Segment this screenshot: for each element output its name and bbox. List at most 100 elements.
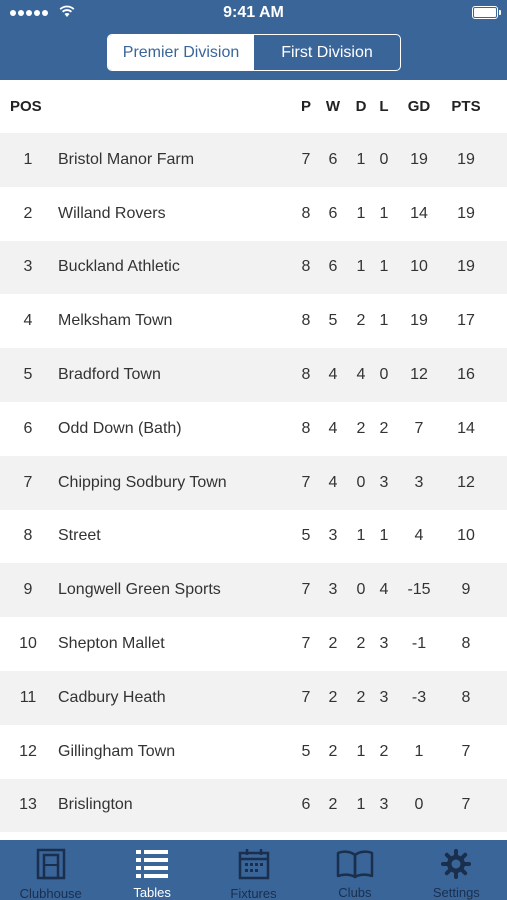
cell-pos: 8 <box>23 527 33 545</box>
cell-team: Gillingham Town <box>58 742 176 760</box>
cell-w: 2 <box>328 742 338 760</box>
cell-team: Buckland Athletic <box>58 258 180 276</box>
cell-gd: -15 <box>407 581 431 599</box>
cell-d: 0 <box>356 581 366 599</box>
cell-team: Chipping Sodbury Town <box>58 473 227 491</box>
table-row[interactable]: 11 Cadbury Heath 7 2 2 3 -3 8 <box>0 670 507 725</box>
header-pts: PTS <box>451 98 481 115</box>
tab-bar: Clubhouse Tables Fixtures Clubs Settings <box>0 840 507 900</box>
cell-pos: 9 <box>23 581 33 599</box>
cell-p: 7 <box>301 581 311 599</box>
header-gd: GD <box>407 98 431 115</box>
cell-l: 1 <box>379 312 389 330</box>
cell-team: Melksham Town <box>58 312 173 330</box>
cell-pos: 1 <box>23 150 33 168</box>
cell-gd: 19 <box>410 312 428 330</box>
table-row[interactable]: 10 Shepton Mallet 7 2 2 3 -1 8 <box>0 617 507 671</box>
cell-l: 1 <box>379 527 389 545</box>
calendar-icon <box>238 849 269 880</box>
cell-l: 0 <box>379 366 389 384</box>
cell-p: 7 <box>301 688 311 706</box>
cell-pts: 19 <box>457 150 475 168</box>
cell-d: 1 <box>356 742 366 760</box>
cell-l: 3 <box>379 796 389 814</box>
cell-gd: 1 <box>414 742 424 760</box>
cell-w: 2 <box>328 688 338 706</box>
cell-gd: 3 <box>414 473 424 491</box>
cell-w: 6 <box>328 150 338 168</box>
cell-pos: 11 <box>19 688 37 706</box>
table-row[interactable]: 4 Melksham Town 8 5 2 1 19 17 <box>0 294 507 348</box>
cell-team: Brislington <box>58 796 133 814</box>
table-row[interactable]: 8 Street 5 3 1 1 4 10 <box>0 510 507 564</box>
table-row[interactable]: 12 Gillingham Town 5 2 1 2 1 7 <box>0 725 507 779</box>
cell-gd: 14 <box>410 204 428 222</box>
tab-clubs[interactable]: Clubs <box>304 840 405 900</box>
cell-pos: 12 <box>19 742 37 760</box>
tab-fixtures[interactable]: Fixtures <box>203 840 304 900</box>
cell-p: 5 <box>301 527 311 545</box>
cell-d: 4 <box>356 366 366 384</box>
cell-gd: 4 <box>414 527 424 545</box>
cell-d: 2 <box>356 419 366 437</box>
league-table: 1 Bristol Manor Farm 7 6 1 0 19 19 2 Willand Rove… <box>0 133 507 833</box>
cell-team: Bristol Manor Farm <box>58 150 195 168</box>
cell-pts: 17 <box>457 312 475 330</box>
cell-d: 2 <box>356 688 366 706</box>
cell-pts: 7 <box>461 796 471 814</box>
cell-pos: 4 <box>23 312 33 330</box>
cell-pos: 2 <box>23 204 33 222</box>
division-segmented-control[interactable]: Premier Division First Division <box>107 34 401 71</box>
table-row[interactable]: 13 Brislington 6 2 1 3 0 7 <box>0 778 507 833</box>
cell-gd: -1 <box>411 635 427 653</box>
cell-p: 8 <box>301 419 311 437</box>
cell-team: Street <box>58 527 101 545</box>
cell-d: 2 <box>356 312 366 330</box>
cell-pos: 13 <box>19 796 37 814</box>
table-row[interactable]: 6 Odd Down (Bath) 8 4 2 2 7 14 <box>0 402 507 456</box>
status-time: 9:41 AM <box>223 4 284 21</box>
cell-l: 4 <box>379 581 389 599</box>
table-row[interactable]: 2 Willand Rovers 8 6 1 1 14 19 <box>0 187 507 241</box>
tab-tables[interactable]: Tables <box>101 840 202 900</box>
clubhouse-icon <box>36 848 65 880</box>
table-row[interactable]: 5 Bradford Town 8 4 4 0 12 16 <box>0 348 507 402</box>
cell-p: 8 <box>301 366 311 384</box>
header-w: W <box>325 98 341 115</box>
cell-pos: 6 <box>23 419 33 437</box>
cell-w: 4 <box>328 419 338 437</box>
cell-d: 1 <box>356 150 366 168</box>
cell-d: 2 <box>356 635 366 653</box>
cell-w: 2 <box>328 635 338 653</box>
cell-pts: 19 <box>457 204 475 222</box>
cell-pos: 5 <box>23 366 33 384</box>
table-row[interactable]: 1 Bristol Manor Farm 7 6 1 0 19 19 <box>0 133 507 187</box>
tab-label-fixtures: Fixtures <box>230 886 277 900</box>
table-row[interactable]: 3 Buckland Athletic 8 6 1 1 10 19 <box>0 240 507 295</box>
tab-clubhouse[interactable]: Clubhouse <box>0 840 101 900</box>
tab-label-settings: Settings <box>432 885 480 900</box>
cell-pts: 8 <box>461 635 471 653</box>
cell-gd: 0 <box>414 796 424 814</box>
header-pos: POS <box>10 98 42 115</box>
cell-l: 2 <box>379 419 389 437</box>
tab-label-clubs: Clubs <box>338 885 372 900</box>
tab-settings[interactable]: Settings <box>406 840 507 900</box>
cell-w: 3 <box>328 581 338 599</box>
cell-pts: 12 <box>457 473 475 491</box>
tab-label-tables: Tables <box>133 885 171 900</box>
cell-gd: 7 <box>414 419 424 437</box>
tab-label-clubhouse: Clubhouse <box>19 886 82 900</box>
cell-d: 0 <box>356 473 366 491</box>
table-row[interactable]: 7 Chipping Sodbury Town 7 4 0 3 3 12 <box>0 455 507 510</box>
cell-p: 8 <box>301 204 311 222</box>
cell-pts: 14 <box>457 419 475 437</box>
cell-pts: 16 <box>457 366 475 384</box>
table-row[interactable]: 9 Longwell Green Sports 7 3 0 4 -15 9 <box>0 563 507 618</box>
segment-premier-division[interactable]: Premier Division <box>108 35 254 70</box>
cell-p: 6 <box>301 796 311 814</box>
cell-pos: 7 <box>23 473 33 491</box>
segment-first-division[interactable]: First Division <box>254 35 400 70</box>
cell-pts: 7 <box>461 742 471 760</box>
cell-team: Willand Rovers <box>58 204 166 222</box>
